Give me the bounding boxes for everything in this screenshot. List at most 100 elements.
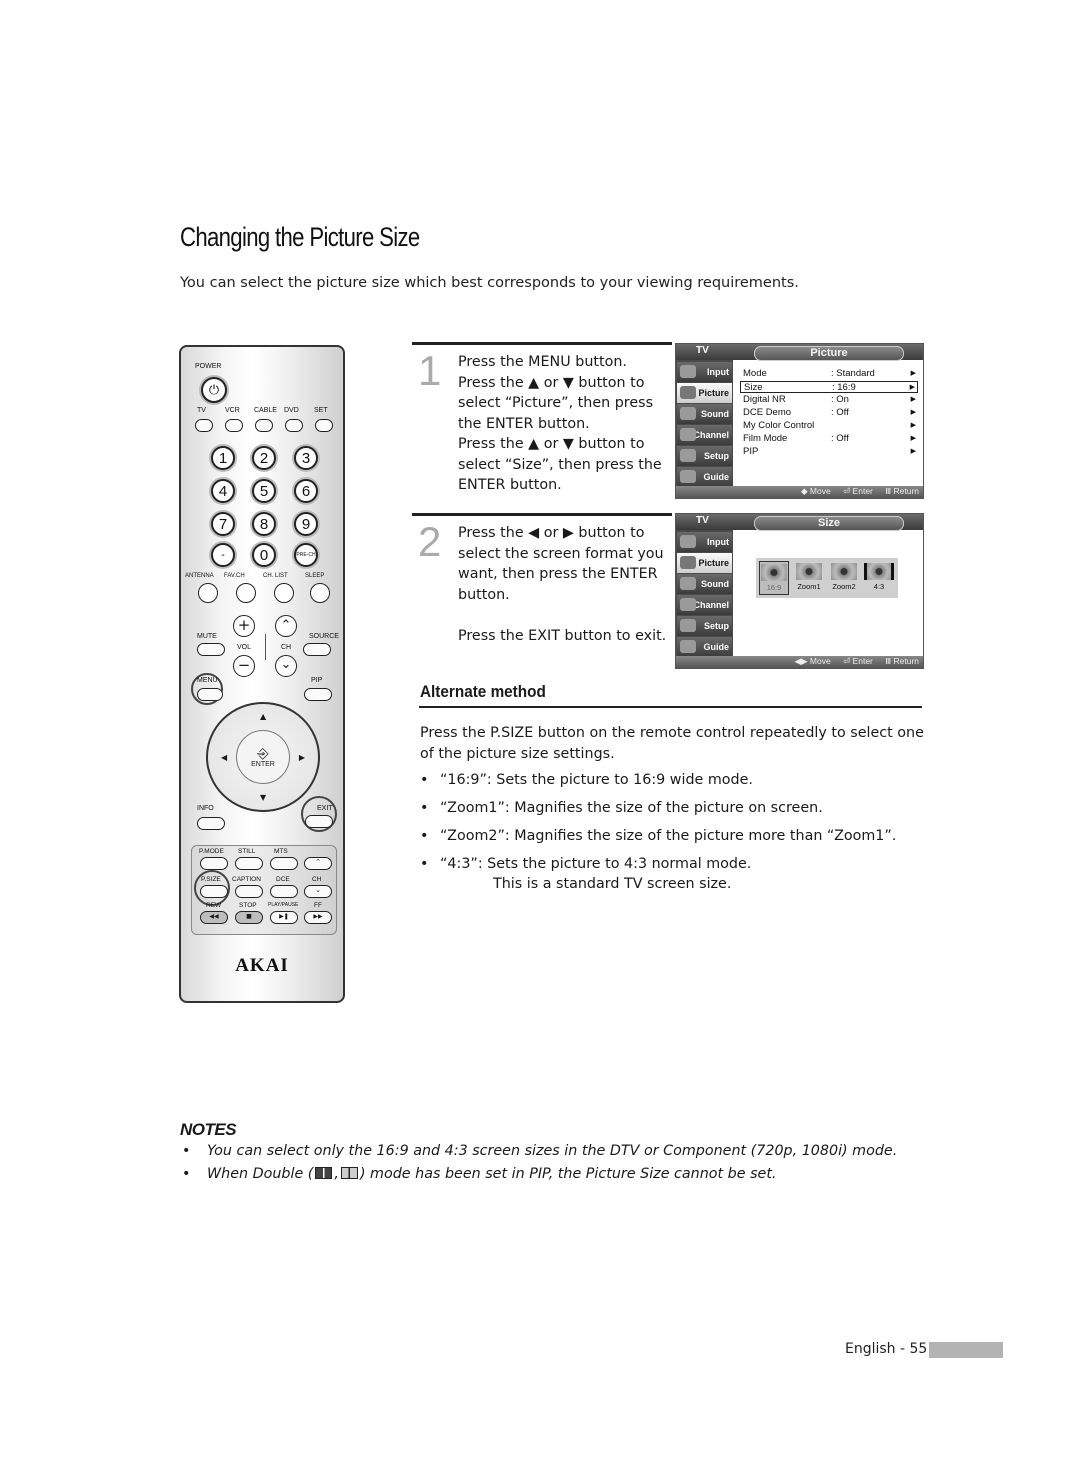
- page-number: English - 55: [845, 1341, 928, 1357]
- tv-button: [195, 419, 213, 432]
- source-label-vcr: VCR: [225, 407, 240, 414]
- key-9: 9: [294, 512, 318, 536]
- pmode-button: [200, 857, 228, 870]
- osd-side-sound: Sound: [677, 404, 732, 424]
- playpause-button: ▶❚: [270, 911, 298, 924]
- directional-pad: ▲ ▼ ◀ ▶ ⎆ ENTER: [206, 702, 320, 812]
- sleep-label: SLEEP: [305, 573, 325, 579]
- psize-label: P.SIZE: [201, 876, 221, 883]
- set-button: [315, 419, 333, 432]
- chlist-label: CH. LIST: [263, 573, 288, 579]
- antenna-label: ANTENNA: [185, 573, 214, 579]
- still-label: STILL: [238, 848, 256, 855]
- key-5: 5: [252, 479, 276, 503]
- key-dash: -: [211, 543, 235, 567]
- osd-side-picture: Picture: [677, 383, 732, 403]
- guide-icon: [680, 640, 696, 653]
- step-line: select “Size”, then press the: [458, 456, 662, 473]
- favch-button: [236, 583, 256, 603]
- source-button: [303, 643, 331, 656]
- dpad-up-arrow: ▲: [260, 712, 267, 721]
- dce-button: [270, 885, 298, 898]
- step-line: select “Picture”, then press: [458, 395, 654, 411]
- cable-button: [255, 419, 273, 432]
- ch-down-small-button: ⌄: [304, 885, 332, 898]
- power-label: POWER: [195, 363, 222, 370]
- mute-button: [197, 643, 225, 656]
- osd-footer: ◀▶ Move ⏎ Enter Ⅲ Return: [676, 656, 923, 668]
- size-option-16-9: 16:9: [759, 561, 789, 595]
- ff-button: ▶▶: [304, 911, 332, 924]
- osd-enter-hint: ⏎ Enter: [843, 656, 873, 666]
- pip-double-split-icon: [340, 1167, 358, 1179]
- source-label-dvd: DVD: [284, 407, 299, 414]
- step-number: 2: [418, 518, 442, 565]
- exit-button: [305, 815, 333, 828]
- sound-icon: [680, 577, 696, 590]
- menu-button: [197, 688, 223, 701]
- vol-down-button: −: [233, 655, 255, 677]
- mts-button: [270, 857, 298, 870]
- stop-icon: ■: [246, 913, 252, 920]
- stop-label: STOP: [239, 902, 257, 909]
- step-line: the ENTER button.: [458, 415, 590, 432]
- osd-side-sound: Sound: [677, 574, 732, 594]
- arrow-right-icon: ▶: [909, 384, 915, 391]
- step-instructions: Press the ◀ or ▶ button to select the sc…: [458, 523, 666, 646]
- page-title: Changing the Picture Size: [180, 222, 420, 252]
- footer-bar: [929, 1342, 1003, 1358]
- exit-label: EXIT: [317, 805, 333, 812]
- fast-forward-icon: ▶▶: [313, 913, 323, 920]
- step-line: button.: [458, 586, 510, 603]
- ff-label: FF: [314, 902, 322, 909]
- arrow-right-icon: ▶: [910, 370, 916, 377]
- channel-icon: [680, 428, 696, 441]
- chlist-button: [274, 583, 294, 603]
- osd-sidebar: Input Picture Sound Channel Setup Guide: [676, 360, 733, 490]
- picture-icon: [680, 386, 696, 399]
- input-icon: [680, 365, 696, 378]
- dpad-down-arrow: ▼: [260, 793, 267, 802]
- flower-thumbnail-icon: [831, 563, 857, 580]
- pmode-label: P.MODE: [199, 848, 224, 855]
- enter-label: ENTER: [251, 760, 275, 768]
- pip-button: [304, 688, 332, 701]
- osd-row-pip: PIP ▶: [743, 446, 916, 457]
- key-3: 3: [294, 446, 318, 470]
- osd-side-setup: Setup: [677, 446, 732, 466]
- osd-header: TV Size: [676, 514, 923, 531]
- dpad-right-arrow: ▶: [298, 753, 305, 762]
- key-0: 0: [252, 543, 276, 567]
- osd-side-picture: Picture: [677, 553, 732, 573]
- size-option-zoom1: Zoom1: [794, 561, 824, 595]
- size-option-4-3: 4:3: [864, 561, 894, 595]
- alternate-method-heading: Alternate method: [420, 682, 546, 701]
- osd-footer: ◆ Move ⏎ Enter Ⅲ Return: [676, 486, 923, 498]
- step-line: Press the ◀ or ▶ button to: [458, 525, 645, 541]
- osd-side-guide: Guide: [677, 637, 732, 657]
- step-spacer: [458, 605, 666, 626]
- sub-control-panel: P.MODE STILL MTS ⌃ P.SIZE CAPTION DCE CH…: [191, 845, 337, 935]
- osd-header: TV Picture: [676, 344, 923, 361]
- alternate-paragraph: Press the P.SIZE button on the remote co…: [420, 725, 924, 762]
- ch-up-small-button: ⌃: [304, 857, 332, 870]
- arrow-right-icon: ▶: [910, 448, 916, 455]
- source-label: SOURCE: [309, 633, 339, 640]
- ch-small-label: CH: [312, 876, 322, 883]
- key-8: 8: [252, 512, 276, 536]
- mts-label: MTS: [274, 848, 288, 855]
- antenna-button: [198, 583, 218, 603]
- psize-button: [200, 885, 228, 898]
- osd-row-film-mode: Film Mode: Off ▶: [743, 433, 916, 444]
- intro-text: You can select the picture size which be…: [180, 275, 799, 291]
- osd-move-hint: ◀▶ Move: [794, 656, 831, 666]
- flower-thumbnail-icon: [761, 564, 787, 581]
- source-label-set: SET: [314, 407, 328, 414]
- notes-heading: NOTES: [180, 1120, 237, 1139]
- osd-row-digital-nr: Digital NR: On ▶: [743, 394, 916, 405]
- key-4: 4: [211, 479, 235, 503]
- input-icon: [680, 535, 696, 548]
- step-line: ENTER button.: [458, 477, 562, 493]
- osd-enter-hint: ⏎ Enter: [843, 486, 873, 496]
- ch-up-button: ⌃: [275, 615, 297, 637]
